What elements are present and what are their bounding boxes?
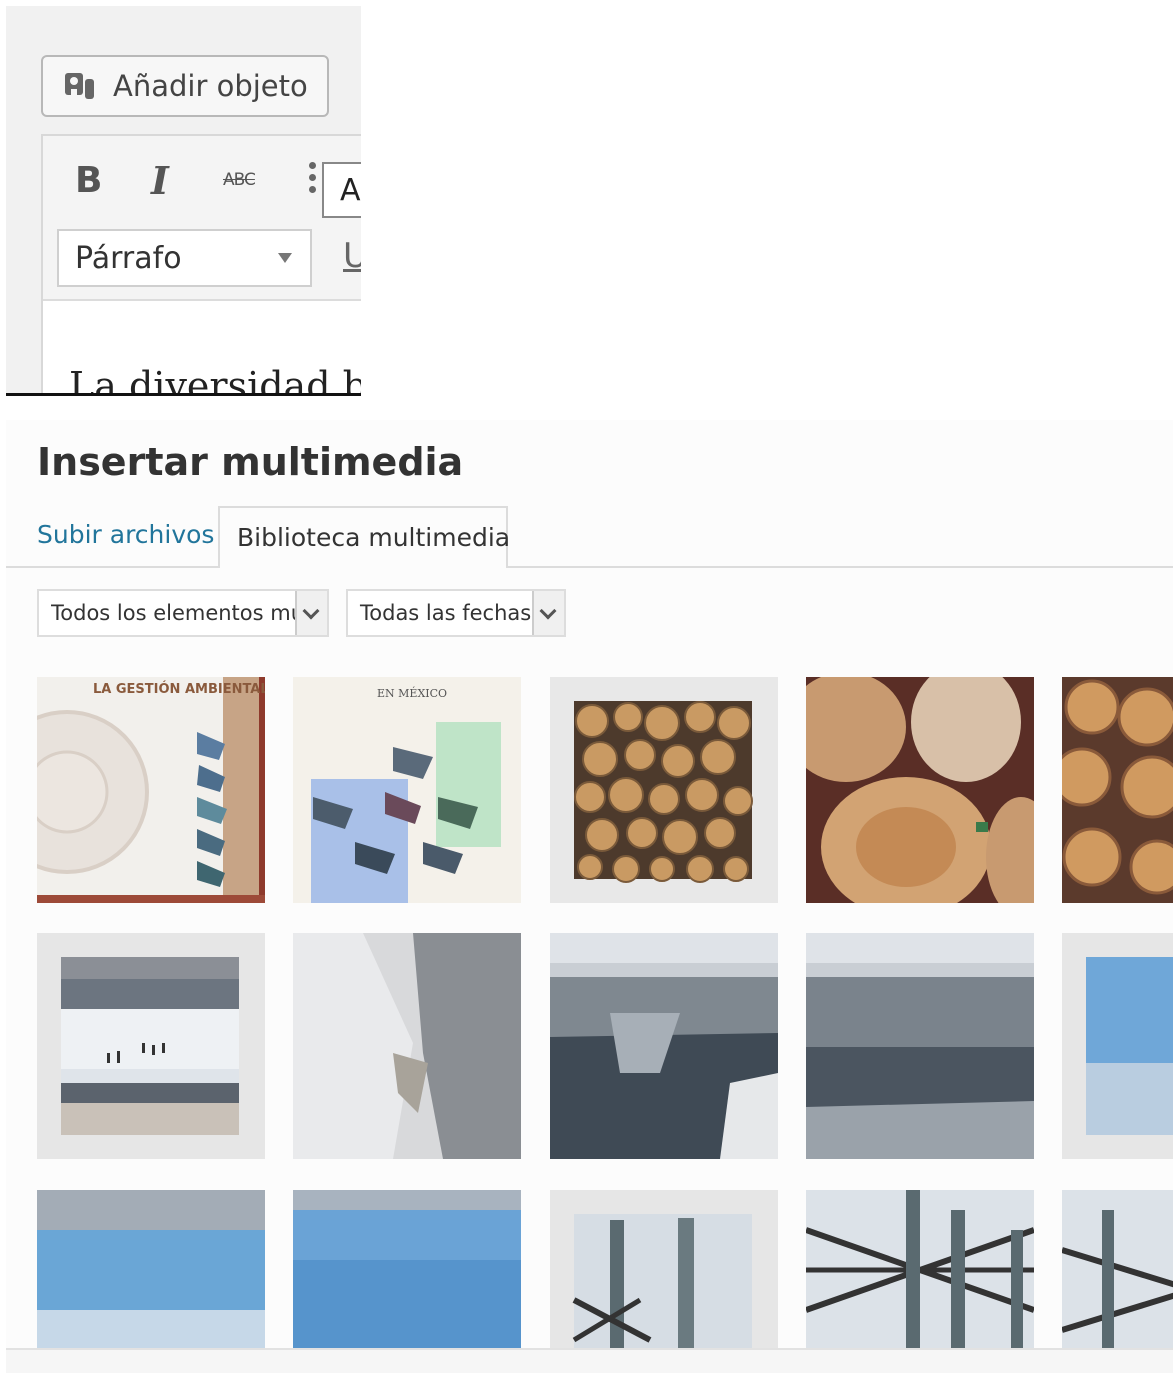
editor-box: B I ABC Ar Párrafo U La diversidad bio bbox=[41, 134, 361, 394]
media-thumbnail[interactable] bbox=[293, 933, 521, 1159]
media-type-filter-value: Todos los elementos multimedia bbox=[51, 601, 296, 625]
book-cover-image: LA GESTIÓN AMBIENTAL EN MÉXICO bbox=[37, 677, 265, 903]
italic-button[interactable]: I bbox=[151, 158, 169, 203]
snow-canyon-image bbox=[293, 933, 521, 1159]
media-thumbnail[interactable] bbox=[1062, 1190, 1173, 1373]
media-thumbnail[interactable] bbox=[806, 677, 1034, 903]
media-thumbnail[interactable]: LA GESTIÓN AMBIENTAL EN MÉXICO bbox=[37, 677, 265, 903]
media-thumbnail[interactable] bbox=[550, 677, 778, 903]
font-family-input[interactable]: Ar bbox=[322, 162, 361, 218]
insert-media-modal: Insertar multimedia Subir archivos Bibli… bbox=[6, 420, 1173, 1373]
date-filter-value: Todas las fechas bbox=[360, 601, 532, 625]
log-pile-image bbox=[550, 677, 778, 903]
power-tower-image bbox=[550, 1190, 778, 1373]
chevron-down-icon bbox=[295, 591, 327, 635]
media-thumbnail[interactable] bbox=[1062, 677, 1173, 903]
tab-upload-files[interactable]: Subir archivos bbox=[37, 520, 214, 549]
bold-button[interactable]: B bbox=[75, 160, 102, 201]
glacier-closeup-image bbox=[293, 1190, 521, 1373]
power-tower-image bbox=[806, 1190, 1034, 1373]
media-thumbnail[interactable] bbox=[37, 1190, 265, 1373]
cover-2-title: EN MÉXICO bbox=[377, 686, 447, 700]
editor-toolbar: B I ABC Ar Párrafo U bbox=[43, 136, 361, 301]
cover-1-title: LA GESTIÓN AMBIENTAL EN MÉXICO bbox=[93, 681, 265, 697]
logs-closeup-image bbox=[806, 677, 1034, 903]
tabs-divider bbox=[6, 566, 1173, 568]
glacier-image bbox=[37, 1190, 265, 1373]
modal-title: Insertar multimedia bbox=[37, 440, 464, 484]
media-thumbnail[interactable] bbox=[550, 933, 778, 1159]
book-cover-image: EN MÉXICO bbox=[293, 677, 521, 903]
add-media-icon bbox=[65, 73, 94, 99]
strikethrough-button[interactable]: ABC bbox=[223, 170, 256, 190]
post-editor-crop: Añadir objeto B I ABC Ar Párrafo U La di… bbox=[6, 6, 361, 394]
date-filter-select[interactable]: Todas las fechas bbox=[346, 589, 566, 637]
log-stack-image bbox=[1062, 677, 1173, 903]
add-media-button[interactable]: Añadir objeto bbox=[41, 55, 329, 117]
media-thumbnail[interactable] bbox=[806, 1190, 1034, 1373]
crop-divider bbox=[6, 393, 361, 396]
frozen-waterfall-image bbox=[550, 933, 778, 1159]
power-tower-image bbox=[1062, 1190, 1173, 1373]
media-thumbnail[interactable] bbox=[550, 1190, 778, 1373]
chevron-down-icon bbox=[278, 253, 292, 263]
chevron-down-icon bbox=[532, 591, 564, 635]
toolbar-separator-dots-icon bbox=[309, 162, 317, 202]
add-media-label: Añadir objeto bbox=[113, 69, 308, 103]
snow-landscape-image bbox=[37, 933, 265, 1159]
media-type-filter-select[interactable]: Todos los elementos multimedia bbox=[37, 589, 329, 637]
media-thumbnail[interactable]: EN MÉXICO bbox=[293, 677, 521, 903]
editor-content-text[interactable]: La diversidad bio bbox=[69, 364, 361, 394]
glacier-image bbox=[1062, 933, 1173, 1159]
media-thumbnail[interactable] bbox=[293, 1190, 521, 1373]
tab-media-library[interactable]: Biblioteca multimedia bbox=[218, 506, 510, 568]
modal-footer bbox=[6, 1348, 1173, 1373]
media-thumbnail[interactable] bbox=[37, 933, 265, 1159]
media-thumbnail[interactable] bbox=[806, 933, 1034, 1159]
underline-button[interactable]: U bbox=[343, 236, 361, 276]
waterfall-image bbox=[806, 933, 1034, 1159]
media-thumbnail[interactable] bbox=[1062, 933, 1173, 1159]
paragraph-format-value: Párrafo bbox=[75, 241, 182, 276]
paragraph-format-select[interactable]: Párrafo bbox=[57, 229, 312, 287]
